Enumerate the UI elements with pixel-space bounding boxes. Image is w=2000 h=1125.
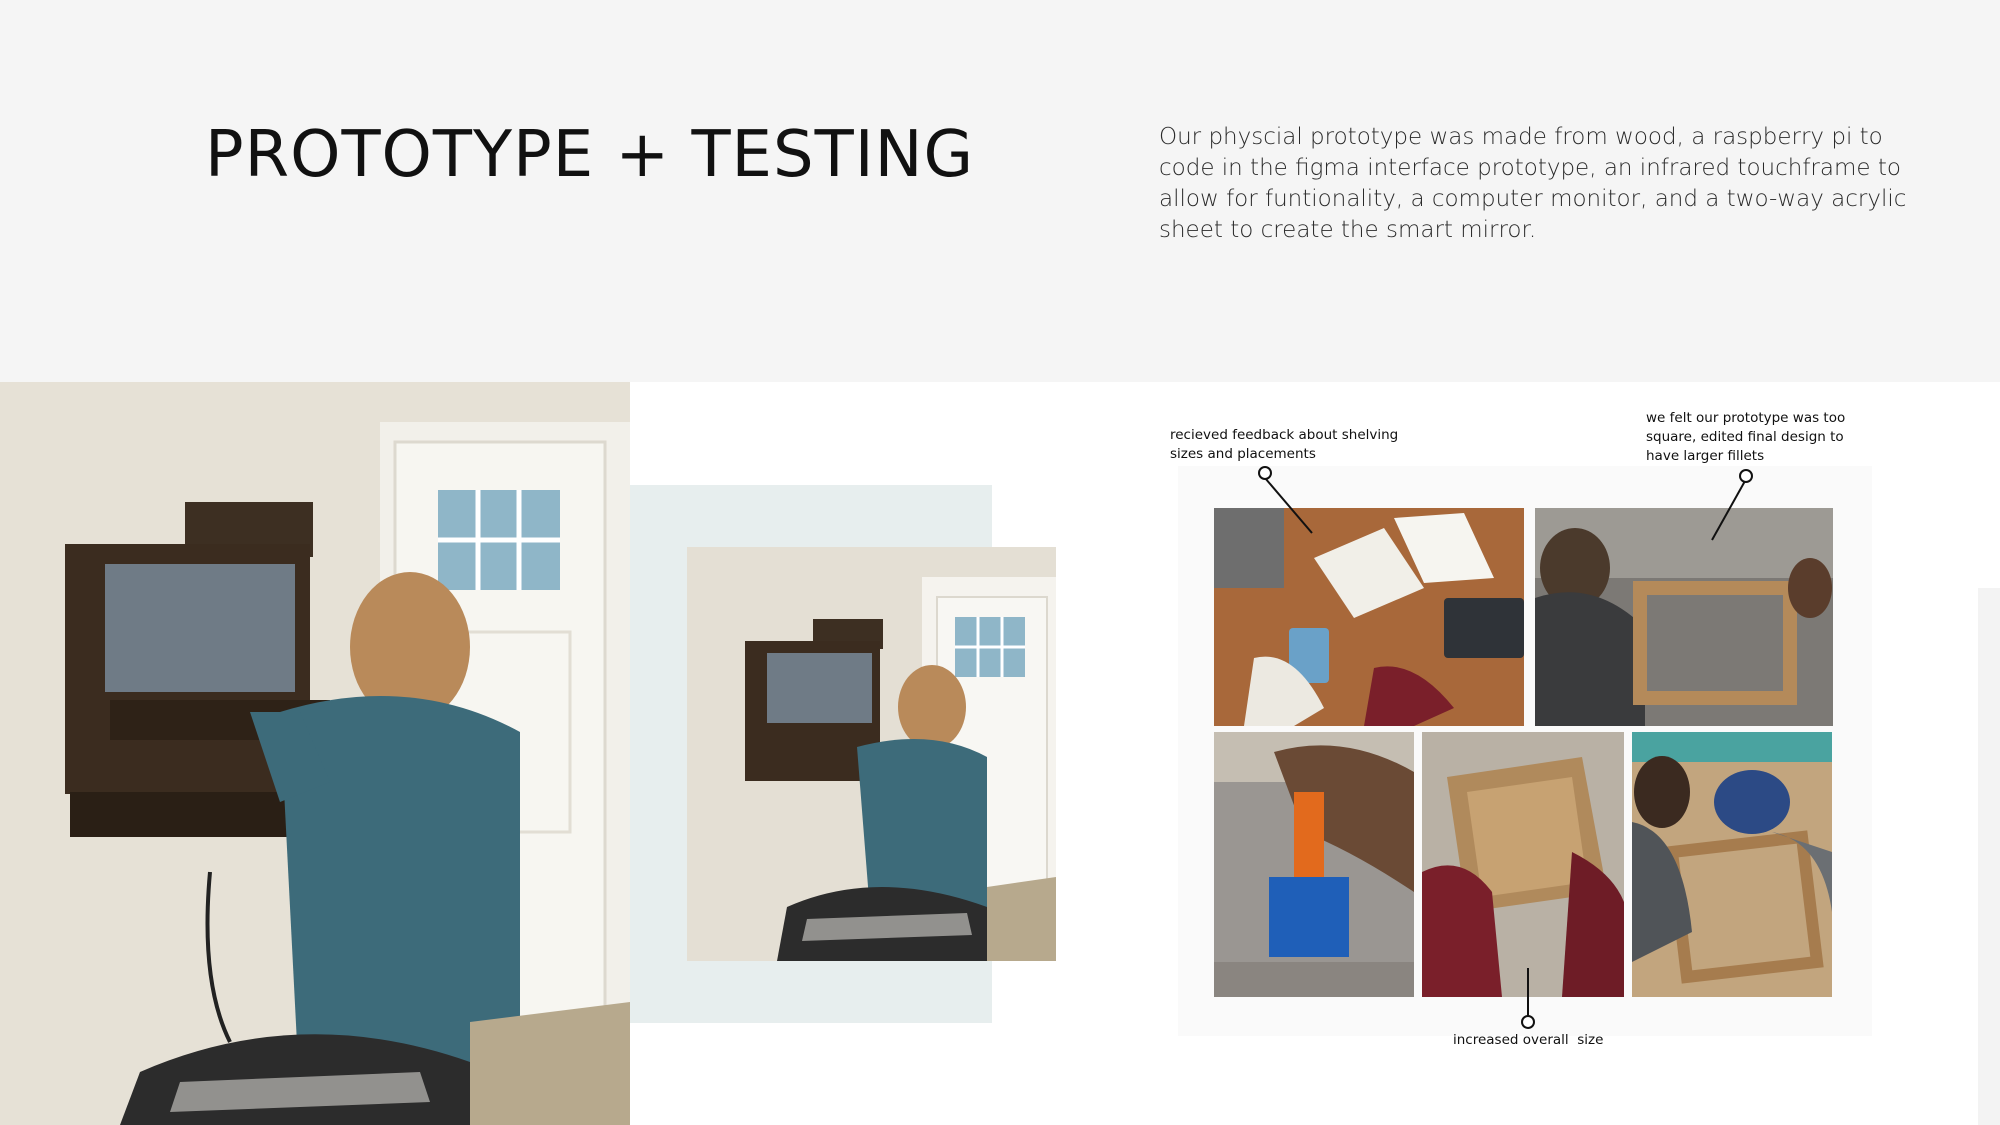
next-slide-edge <box>1978 588 2000 1125</box>
prototype-description: Our physcial prototype was made from woo… <box>1159 124 1907 243</box>
collage-photo-drill <box>1214 732 1414 997</box>
collage-photo-sketches <box>1214 508 1524 726</box>
annotation-size: increased overall size <box>1453 1032 1604 1048</box>
page-title: PROTOTYPE + TESTING <box>205 118 975 192</box>
annotation-shelving: recieved feedback about shelving sizes a… <box>1170 427 1399 462</box>
collage-photo-holding-frame <box>1535 508 1833 726</box>
annotation-fillets: we felt our prototype was too square, ed… <box>1646 410 1846 464</box>
collage-photo-sanding <box>1632 732 1832 997</box>
mirror-test-photo-small <box>687 547 1056 961</box>
collage-photo-cardboard <box>1422 732 1624 997</box>
mirror-test-photo-large <box>0 382 630 1125</box>
